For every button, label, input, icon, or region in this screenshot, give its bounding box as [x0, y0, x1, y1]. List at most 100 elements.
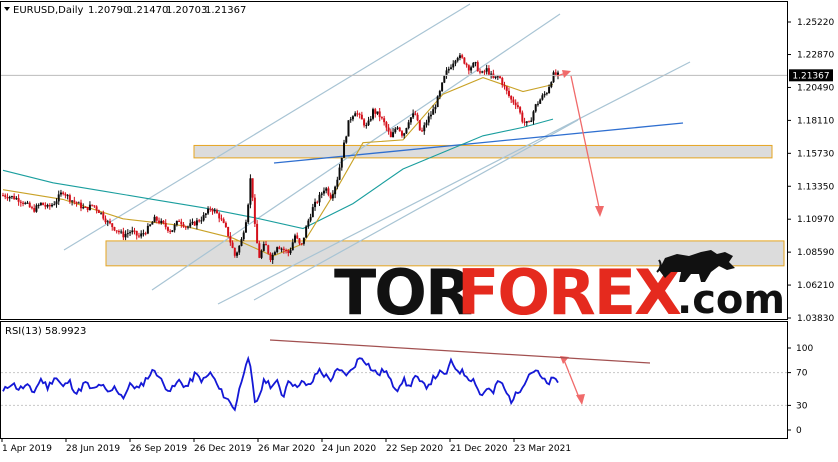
candle-body	[33, 208, 36, 212]
candle-body	[111, 223, 114, 228]
candle-body	[438, 91, 441, 97]
candle-body	[467, 65, 470, 71]
price-tick-label: 1.15730	[797, 149, 834, 159]
candle-body	[343, 142, 346, 158]
candle-body	[276, 247, 279, 253]
candle-body	[476, 62, 479, 72]
rsi-axis: 100 70 30 0	[787, 344, 813, 436]
candle-body	[539, 99, 542, 104]
candle-body	[189, 223, 192, 227]
candle-body	[499, 76, 502, 79]
candle-body	[305, 226, 308, 238]
candle-body	[13, 196, 16, 200]
price-tick-label: 1.06210	[797, 281, 834, 291]
candle-body	[265, 244, 268, 246]
chart-header: EURUSD,Daily 1.20790 1.21470 1.20703 1.2…	[4, 5, 246, 16]
candle-body	[75, 201, 78, 204]
candle-body	[367, 120, 370, 126]
candle-body	[521, 112, 524, 122]
candle-body	[151, 222, 154, 225]
candle-body	[340, 157, 343, 168]
ohlc-close: 1.21367	[205, 5, 246, 16]
candle-body	[311, 207, 314, 218]
candle-body	[327, 188, 330, 195]
price-tick-label: 1.10970	[797, 215, 834, 225]
candle-body	[427, 116, 430, 123]
rsi-tick-label: 70	[796, 369, 808, 379]
candle-body	[97, 210, 100, 214]
candle-body	[392, 132, 395, 138]
candle-body	[360, 114, 363, 120]
candle-body	[164, 222, 167, 228]
logo-part-tor: TOR	[334, 256, 472, 329]
candle-body	[22, 202, 25, 204]
candle-body	[48, 204, 51, 207]
time-tick-label: 23 Mar 2021	[514, 444, 571, 454]
rsi-tick-label: 30	[796, 401, 808, 411]
candle-body	[514, 102, 517, 106]
candle-body	[380, 117, 383, 119]
candle-body	[137, 235, 140, 237]
candle-body	[144, 233, 147, 235]
candle-body	[269, 253, 272, 261]
candle-body	[84, 206, 87, 208]
candle-body	[182, 224, 185, 227]
candle-body	[356, 113, 359, 115]
candle-body	[383, 118, 386, 123]
candle-body	[425, 122, 428, 126]
candle-body	[73, 200, 76, 202]
candle-body	[347, 120, 350, 137]
rsi-tick-label: 100	[796, 344, 813, 354]
candle-body	[481, 71, 484, 73]
price-tick-label: 1.25220	[797, 18, 834, 28]
candle-body	[77, 202, 80, 204]
candle-body	[142, 233, 145, 235]
candle-body	[178, 220, 181, 222]
candle-body	[106, 221, 109, 223]
candle-body	[394, 128, 397, 133]
candle-body	[534, 104, 537, 112]
candle-body	[213, 210, 216, 212]
candle-body	[334, 186, 337, 195]
candle-body	[423, 125, 426, 132]
candle-body	[124, 234, 127, 238]
candle-body	[233, 247, 236, 256]
candle-body	[336, 179, 339, 187]
candle-body	[365, 125, 368, 127]
candle-body	[171, 230, 174, 232]
candle-body	[445, 70, 448, 76]
candle-body	[461, 55, 464, 58]
candle-body	[432, 109, 435, 115]
candle-body	[503, 85, 506, 87]
price-tick-label: 1.13350	[797, 182, 834, 192]
candle-body	[86, 207, 89, 211]
candle-body	[227, 226, 230, 237]
candle-body	[220, 218, 223, 220]
time-tick-label: 1 Apr 2019	[2, 444, 52, 454]
candle-body	[140, 233, 143, 237]
candle-body	[64, 193, 67, 196]
candle-body	[472, 62, 475, 68]
candle-body	[6, 197, 9, 199]
candle-body	[278, 247, 281, 249]
candle-body	[421, 130, 424, 132]
ohlc-low: 1.20703	[166, 5, 207, 16]
candle-body	[322, 190, 325, 194]
candle-body	[158, 220, 161, 224]
candle-body	[447, 68, 450, 71]
support-zone-upper	[193, 144, 773, 159]
candle-body	[325, 188, 328, 191]
time-tick-label: 28 Jun 2019	[66, 444, 120, 454]
candle-body	[287, 250, 290, 254]
candle-body	[187, 226, 189, 228]
candle-body	[247, 204, 250, 223]
candle-body	[545, 93, 548, 95]
candle-body	[351, 116, 354, 120]
candle-body	[483, 71, 486, 73]
candle-body	[202, 215, 205, 221]
candle-body	[218, 213, 221, 219]
candle-body	[135, 230, 138, 236]
candle-body	[249, 178, 252, 205]
price-tick-label: 1.20490	[797, 83, 834, 93]
candle-body	[409, 117, 412, 123]
